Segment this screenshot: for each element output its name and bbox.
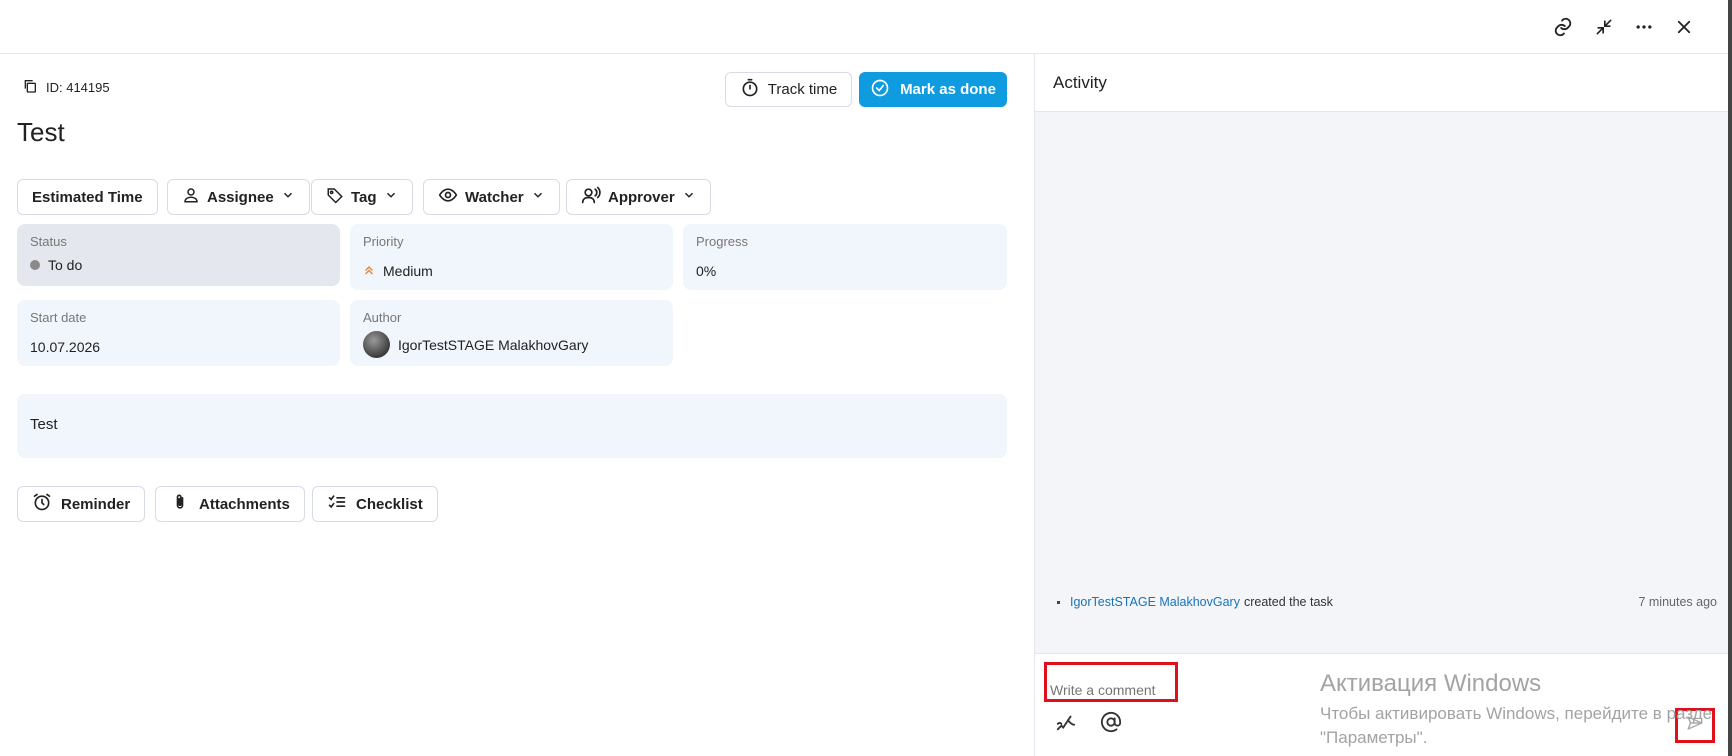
watcher-dropdown[interactable]: Watcher bbox=[423, 179, 560, 215]
status-field[interactable]: Status To do bbox=[17, 224, 340, 286]
stopwatch-icon bbox=[740, 78, 760, 102]
tag-icon bbox=[326, 186, 344, 208]
watcher-label: Watcher bbox=[465, 188, 524, 206]
attachments-button[interactable]: Attachments bbox=[155, 486, 305, 522]
modal-toolbar bbox=[0, 0, 1732, 54]
avatar bbox=[363, 331, 390, 358]
start-date-value: 10.07.2026 bbox=[30, 339, 101, 355]
tag-label: Tag bbox=[351, 188, 377, 206]
user-icon bbox=[182, 186, 200, 208]
windows-watermark-text-2: "Параметры". bbox=[1320, 728, 1428, 747]
windows-watermark-text: Чтобы активировать Windows, перейдите в … bbox=[1320, 704, 1713, 723]
assignee-dropdown[interactable]: Assignee bbox=[167, 179, 310, 215]
activity-title: Activity bbox=[1035, 54, 1732, 112]
chevron-down-icon bbox=[384, 188, 398, 206]
estimated-time-button[interactable]: Estimated Time bbox=[17, 179, 158, 215]
start-date-field[interactable]: Start date 10.07.2026 bbox=[17, 300, 340, 366]
copy-icon[interactable] bbox=[22, 78, 38, 97]
attachments-label: Attachments bbox=[199, 495, 290, 513]
progress-field[interactable]: Progress 0% bbox=[683, 224, 1007, 290]
more-icon[interactable] bbox=[1631, 14, 1657, 40]
windows-watermark-title: Активация Windows bbox=[1320, 670, 1542, 697]
alarm-clock-icon bbox=[32, 492, 52, 516]
checklist-icon bbox=[327, 492, 347, 516]
priority-medium-icon bbox=[363, 263, 375, 279]
link-icon[interactable] bbox=[1550, 14, 1576, 40]
mark-as-done-button[interactable]: Mark as done bbox=[859, 72, 1007, 107]
track-time-label: Track time bbox=[767, 81, 838, 98]
chevron-down-icon bbox=[531, 188, 545, 206]
approver-label: Approver bbox=[608, 188, 675, 206]
author-value: IgorTestSTAGE MalakhovGary bbox=[398, 336, 589, 353]
eye-icon bbox=[438, 185, 458, 209]
checklist-label: Checklist bbox=[356, 495, 423, 513]
tag-dropdown[interactable]: Tag bbox=[311, 179, 413, 215]
estimated-time-label: Estimated Time bbox=[32, 188, 143, 206]
approver-dropdown[interactable]: Approver bbox=[566, 179, 711, 215]
status-dot-icon bbox=[30, 260, 40, 270]
author-field: Author IgorTestSTAGE MalakhovGary bbox=[350, 300, 673, 366]
status-field-label: Status bbox=[30, 234, 67, 249]
chevron-down-icon bbox=[682, 188, 696, 206]
task-modal: ID: 414195 Test Track time Mark as done … bbox=[0, 0, 1732, 756]
task-details-panel: ID: 414195 Test Track time Mark as done … bbox=[0, 54, 1034, 756]
reminder-button[interactable]: Reminder bbox=[17, 486, 146, 522]
collapse-icon[interactable] bbox=[1591, 14, 1617, 40]
window-edge bbox=[1728, 0, 1732, 756]
chevron-down-icon bbox=[281, 188, 295, 206]
priority-field-label: Priority bbox=[363, 234, 404, 249]
task-id: ID: 414195 bbox=[46, 80, 110, 95]
activity-entry: IgorTestSTAGE MalakhovGary created the t… bbox=[1057, 595, 1717, 609]
track-time-button[interactable]: Track time bbox=[725, 72, 852, 107]
priority-field[interactable]: Priority Medium bbox=[350, 224, 673, 290]
activity-entry-text: created the task bbox=[1243, 595, 1333, 609]
task-id-row: ID: 414195 bbox=[22, 78, 110, 97]
bullet-icon bbox=[1057, 600, 1060, 604]
reminder-label: Reminder bbox=[61, 495, 131, 513]
task-description[interactable]: Test bbox=[17, 394, 1007, 458]
task-title[interactable]: Test bbox=[17, 117, 65, 148]
progress-value: 0% bbox=[696, 263, 717, 279]
check-circle-icon bbox=[870, 78, 890, 102]
activity-user-link[interactable]: IgorTestSTAGE MalakhovGary bbox=[1070, 595, 1240, 609]
checklist-button[interactable]: Checklist bbox=[312, 486, 438, 522]
priority-value: Medium bbox=[383, 263, 433, 279]
approver-icon bbox=[581, 185, 601, 209]
assignee-label: Assignee bbox=[207, 188, 274, 206]
activity-panel: Activity IgorTestSTAGE MalakhovGary crea… bbox=[1034, 54, 1732, 756]
mention-icon[interactable] bbox=[1098, 709, 1124, 735]
paperclip-icon bbox=[170, 492, 190, 516]
comment-input[interactable] bbox=[1044, 662, 1178, 702]
activity-entry-time: 7 minutes ago bbox=[1638, 595, 1717, 609]
mark-as-done-label: Mark as done bbox=[900, 81, 996, 98]
start-date-field-label: Start date bbox=[30, 310, 87, 325]
status-value: To do bbox=[48, 257, 83, 273]
author-field-label: Author bbox=[363, 310, 402, 325]
progress-field-label: Progress bbox=[696, 234, 749, 249]
close-icon[interactable] bbox=[1671, 14, 1697, 40]
signature-icon[interactable] bbox=[1053, 709, 1079, 735]
